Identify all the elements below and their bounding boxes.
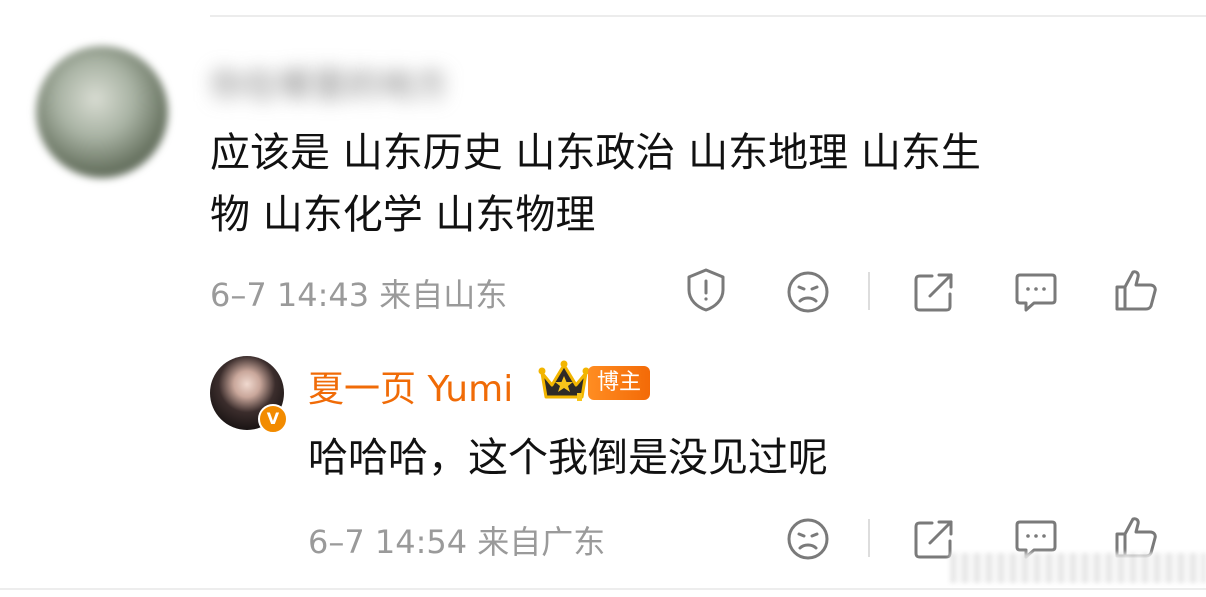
reply-action-separator: [868, 519, 870, 557]
comment-icon[interactable]: [1012, 268, 1060, 316]
watermark: [950, 553, 1206, 583]
action-separator: [868, 272, 870, 310]
reply-dislike-icon[interactable]: [784, 515, 832, 563]
dislike-icon[interactable]: [784, 268, 832, 316]
comment-text: 应该是 山东历史 山东政治 山东地理 山东生 物 山东化学 山东物理: [210, 130, 981, 238]
commenter-avatar[interactable]: [36, 46, 168, 178]
blogger-name[interactable]: 夏一页 Yumi: [308, 360, 513, 412]
reply-meta: 6–7 14:54 来自广东: [308, 523, 606, 561]
comment-meta: 6–7 14:43 来自山东: [210, 276, 508, 314]
bottom-divider: [0, 588, 1206, 590]
reply-text: 哈哈哈，这个我倒是没见过呢: [308, 435, 828, 481]
blogger-tag: 博主: [588, 366, 650, 400]
report-icon[interactable]: [682, 266, 730, 314]
top-divider: [210, 15, 1206, 17]
share-icon[interactable]: [910, 268, 958, 316]
like-icon[interactable]: [1112, 266, 1160, 314]
commenter-name[interactable]: 你在哪里的地方: [210, 58, 448, 107]
crown-icon: [538, 359, 590, 403]
verified-badge: V: [258, 404, 288, 434]
